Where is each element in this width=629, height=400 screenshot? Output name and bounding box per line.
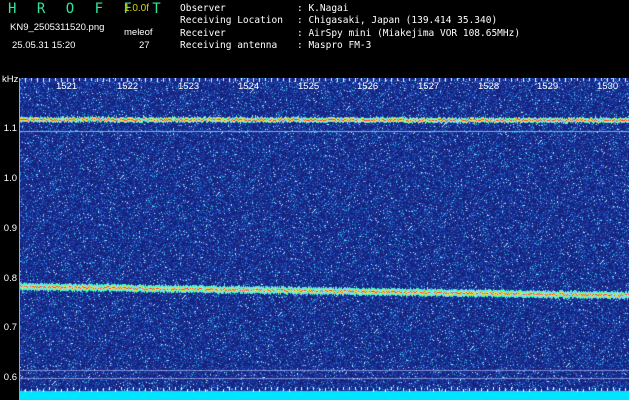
x-tick-label: 1523	[178, 81, 200, 92]
y-tick-label: 0.6	[3, 372, 17, 383]
y-tick-label: 1.0	[3, 173, 17, 184]
app-version: 1.0.0f	[124, 3, 150, 14]
x-tick-label: 1528	[478, 81, 500, 92]
y-axis-line	[19, 78, 20, 400]
y-axis-unit: kHz	[2, 74, 19, 85]
station-info: Observer : K.Nagai Receiving Location : Ch…	[180, 3, 520, 52]
x-tick-label: 1530	[597, 81, 619, 92]
info-key: Observer	[180, 3, 226, 14]
spectrogram-canvas	[19, 78, 629, 400]
capture-timestamp: 25.05.31 15:20	[12, 40, 76, 51]
x-tick-label: 1524	[238, 81, 260, 92]
info-row-location: Receiving Location : Chigasaki, Japan (13…	[180, 15, 520, 27]
info-row-observer: Observer : K.Nagai	[180, 3, 520, 15]
info-row-receiver: Receiver : AirSpy mini (Miakejima VOR 108…	[180, 28, 520, 40]
x-tick-label: 1526	[357, 81, 379, 92]
x-tick-label: 1529	[537, 81, 559, 92]
info-value: : AirSpy mini (Miakejima VOR 108.65MHz)	[297, 27, 521, 39]
y-tick-label: 0.9	[3, 223, 17, 234]
info-key: Receiving antenna	[180, 39, 278, 51]
y-tick-label: 0.8	[3, 273, 17, 284]
x-tick-label: 1527	[418, 81, 440, 92]
info-value: : K.Nagai	[297, 3, 349, 14]
x-tick-label: 1522	[117, 81, 139, 92]
y-tick-label: 0.7	[3, 322, 17, 333]
file-name: KN9_2505311520.png	[10, 22, 105, 33]
header-panel: H R O F F T 1.0.0f KN9_2505311520.png me…	[0, 0, 629, 75]
meteor-count: 27	[139, 40, 150, 51]
info-value: : Maspro FM-3	[297, 39, 372, 51]
info-key: Receiver	[180, 27, 226, 39]
x-tick-label: 1521	[56, 81, 78, 92]
info-row-antenna: Receiving antenna : Maspro FM-3	[180, 40, 520, 52]
x-tick-label: 1525	[298, 81, 320, 92]
info-value: : Chigasaki, Japan (139.414 35.340)	[297, 15, 498, 27]
meteor-label: meleof	[124, 27, 153, 38]
info-key: Receiving Location	[180, 15, 283, 27]
y-tick-label: 1.1	[3, 123, 17, 134]
